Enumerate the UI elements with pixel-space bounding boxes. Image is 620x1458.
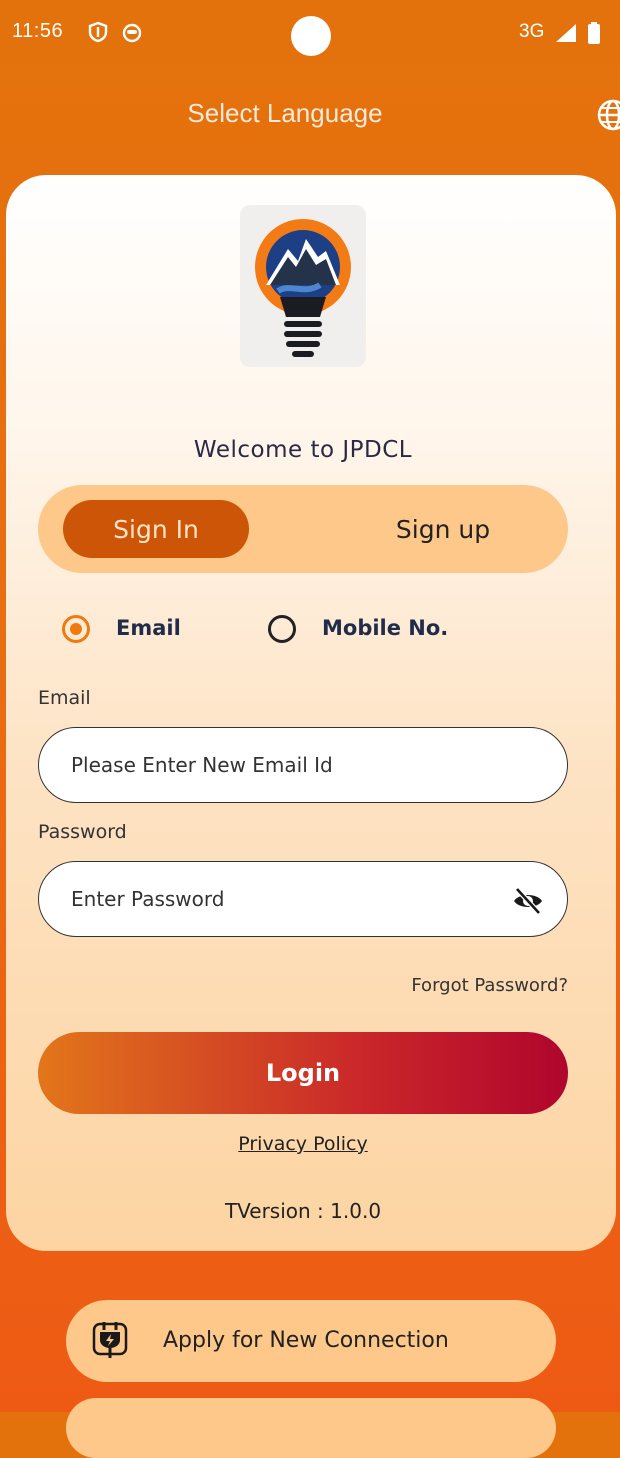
login-button[interactable]: Login <box>38 1032 568 1114</box>
status-time: 11:56 <box>12 20 64 42</box>
forgot-password-link[interactable]: Forgot Password? <box>386 975 568 996</box>
jpdcl-logo <box>240 205 366 367</box>
email-label: Email <box>38 687 91 709</box>
auth-tabs: Sign In Sign up <box>38 485 568 573</box>
apply-new-connection-label: Apply for New Connection <box>163 1328 449 1353</box>
eye-off-icon[interactable] <box>512 885 544 917</box>
version-text: TVersion : 1.0.0 <box>224 1199 382 1223</box>
email-input[interactable] <box>38 727 568 803</box>
radio-mobile[interactable] <box>268 615 296 643</box>
password-label: Password <box>38 821 127 843</box>
radio-mobile-label[interactable]: Mobile No. <box>322 616 448 640</box>
tab-sign-in[interactable]: Sign In <box>63 500 249 558</box>
signal-icon <box>556 24 576 42</box>
camera-cutout <box>291 16 331 56</box>
apply-new-connection-button[interactable]: Apply for New Connection <box>66 1300 556 1382</box>
welcome-text: Welcome to JPDCL <box>193 437 413 463</box>
radio-email[interactable] <box>62 615 90 643</box>
shield-icon <box>88 21 108 43</box>
status-bar: 11:56 3G <box>0 0 620 70</box>
globe-icon[interactable] <box>596 98 620 132</box>
radio-email-label[interactable]: Email <box>116 616 181 640</box>
network-type: 3G <box>519 21 545 42</box>
tab-sign-up[interactable]: Sign up <box>338 500 548 558</box>
login-card: Welcome to JPDCL Sign In Sign up Email M… <box>6 175 616 1251</box>
password-input[interactable] <box>38 861 568 937</box>
plug-icon <box>92 1322 128 1358</box>
face-icon <box>122 23 142 43</box>
battery-icon <box>588 22 600 44</box>
bulb-logo-icon <box>255 219 351 357</box>
privacy-policy-link[interactable]: Privacy Policy <box>6 1133 600 1155</box>
select-language-title[interactable]: Select Language <box>0 98 570 129</box>
secondary-bottom-button[interactable] <box>66 1398 556 1458</box>
